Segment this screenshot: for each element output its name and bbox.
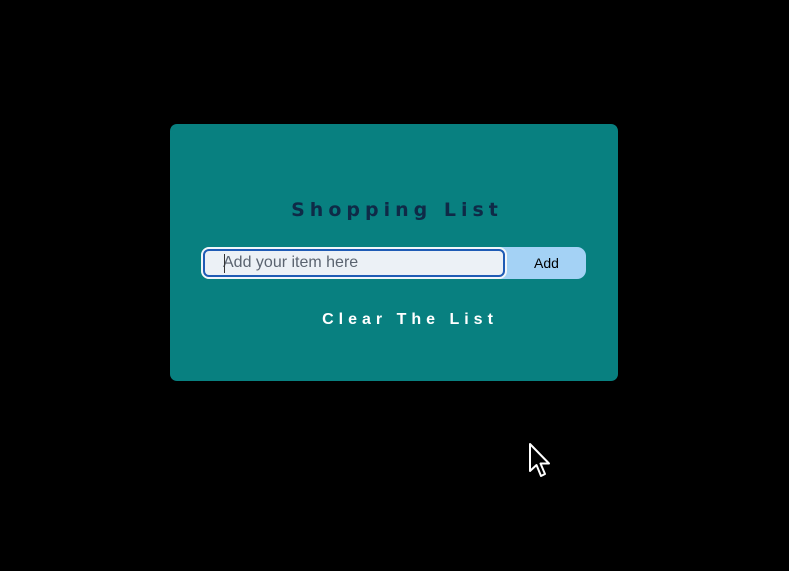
add-button[interactable]: Add	[507, 247, 586, 279]
clear-list-button[interactable]: Clear The List	[230, 308, 590, 332]
page-title: Shopping List	[291, 199, 503, 221]
item-input[interactable]	[201, 247, 507, 279]
text-caret	[224, 254, 225, 273]
page: Shopping List Add Clear The List	[0, 0, 789, 571]
mouse-pointer-icon	[529, 443, 550, 477]
